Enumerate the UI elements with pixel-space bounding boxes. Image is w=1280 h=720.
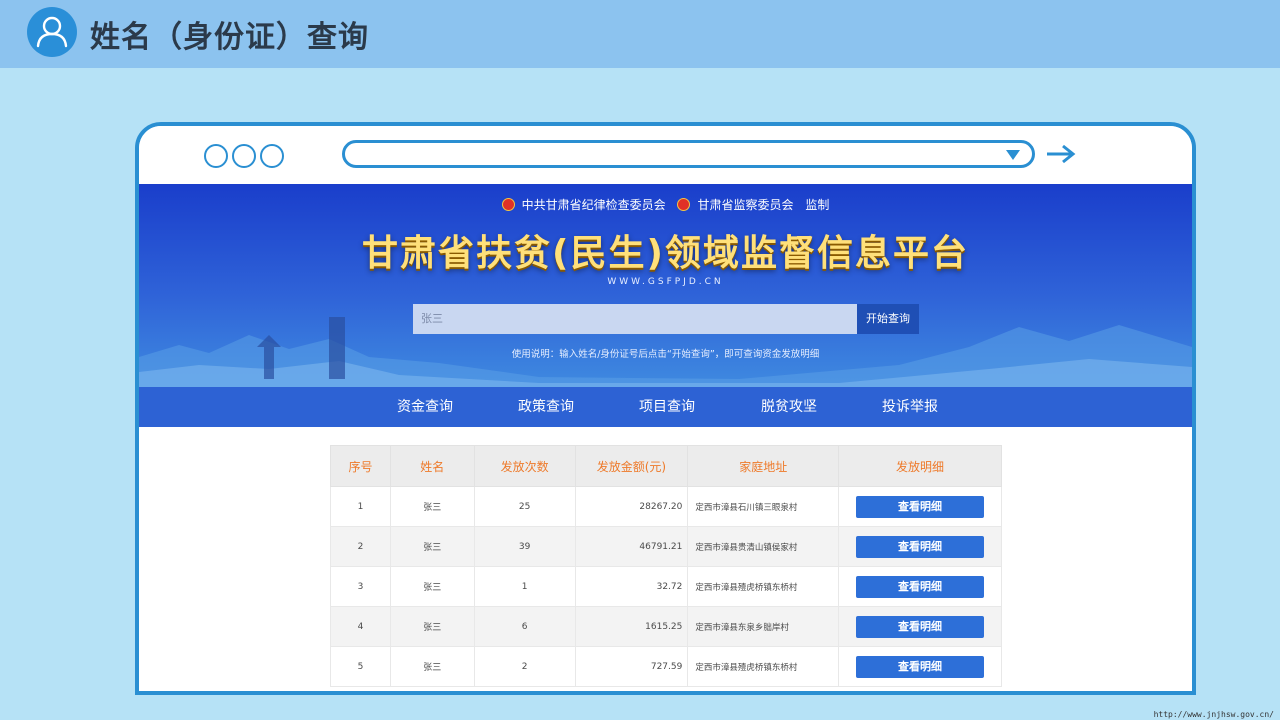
- col-header-index: 序号: [330, 445, 391, 487]
- site-url: WWW.GSFPJD.CN: [607, 277, 724, 287]
- col-header-address: 家庭地址: [687, 445, 840, 487]
- view-detail-button[interactable]: 查看明细: [856, 535, 985, 558]
- cell-address: 定西市漳县贵清山镇侯家村: [687, 526, 840, 567]
- state-emblem-icon: [677, 198, 691, 211]
- cell-name: 张三: [389, 486, 475, 527]
- supervisor-suffix: 监制: [805, 198, 830, 212]
- view-detail-button[interactable]: 查看明细: [856, 575, 985, 598]
- cell-name: 张三: [389, 606, 475, 647]
- table-row: 1 张三 25 28267.20 定西市漳县石川镇三眼泉村 查看明细: [330, 486, 1002, 527]
- table-row: 3 张三 1 32.72 定西市漳县殪虎桥镇东桥村 查看明细: [330, 566, 1002, 607]
- cell-address: 定西市漳县石川镇三眼泉村: [687, 486, 840, 527]
- dropdown-caret-icon[interactable]: [1006, 150, 1020, 160]
- supervisor-1: 中共甘肃省纪律检查委员会: [521, 198, 666, 212]
- slide-title: 姓名（身份证）查询: [90, 20, 369, 55]
- table-header-row: 序号 姓名 发放次数 发放金额(元) 家庭地址 发放明细: [330, 445, 1002, 487]
- nav-item-project[interactable]: 项目查询: [622, 387, 712, 427]
- cell-detail: 查看明细: [838, 606, 1002, 647]
- window-dot-icon[interactable]: [204, 144, 228, 168]
- cell-amount: 727.59: [574, 646, 689, 687]
- view-detail-button[interactable]: 查看明细: [856, 615, 985, 638]
- cell-detail: 查看明细: [838, 566, 1002, 607]
- watermark-text: http://www.jnjhsw.gov.cn/: [1153, 710, 1274, 719]
- browser-chrome: [139, 126, 1192, 184]
- main-nav: 资金查询 政策查询 项目查询 脱贫攻坚 投诉举报: [139, 387, 1192, 427]
- col-header-amount: 发放金额(元): [574, 445, 689, 487]
- cell-detail: 查看明细: [838, 646, 1002, 687]
- nav-item-poverty[interactable]: 脱贫攻坚: [744, 387, 834, 427]
- cell-address: 定西市漳县东泉乡朏岸村: [687, 606, 840, 647]
- cell-index: 3: [330, 566, 391, 607]
- results-table: 序号 姓名 发放次数 发放金额(元) 家庭地址 发放明细 1 张三 25 282…: [330, 445, 1002, 687]
- cell-detail: 查看明细: [838, 526, 1002, 567]
- go-arrow-icon[interactable]: [1045, 142, 1077, 166]
- nav-item-funds[interactable]: 资金查询: [380, 387, 470, 427]
- cell-index: 5: [330, 646, 391, 687]
- cell-amount: 32.72: [574, 566, 689, 607]
- cell-count: 2: [473, 646, 576, 687]
- cell-amount: 1615.25: [574, 606, 689, 647]
- table-row: 5 张三 2 727.59 定西市漳县殪虎桥镇东桥村 查看明细: [330, 646, 1002, 687]
- table-row: 2 张三 39 46791.21 定西市漳县贵清山镇侯家村 查看明细: [330, 526, 1002, 567]
- supervisor-line: 中共甘肃省纪律检查委员会 甘肃省监察委员会 监制: [139, 196, 1192, 213]
- cell-amount: 28267.20: [574, 486, 689, 527]
- cell-count: 39: [473, 526, 576, 567]
- cell-index: 1: [330, 486, 391, 527]
- site-title: 甘肃省扶贫(民生)领域监督信息平台: [362, 233, 969, 274]
- cell-address: 定西市漳县殪虎桥镇东桥村: [687, 646, 840, 687]
- search-button[interactable]: 开始查询: [857, 304, 919, 334]
- slide-header: 姓名（身份证）查询: [0, 0, 1280, 68]
- cell-count: 1: [473, 566, 576, 607]
- nav-item-policy[interactable]: 政策查询: [501, 387, 591, 427]
- site-banner: 中共甘肃省纪律检查委员会 甘肃省监察委员会 监制 甘肃省扶贫(民生)领域监督信息…: [139, 184, 1192, 387]
- search-input[interactable]: 张三: [413, 304, 858, 334]
- window-dot-icon[interactable]: [260, 144, 284, 168]
- cell-name: 张三: [389, 646, 475, 687]
- party-emblem-icon: [501, 198, 515, 211]
- cell-amount: 46791.21: [574, 526, 689, 567]
- cell-count: 25: [473, 486, 576, 527]
- browser-window: 中共甘肃省纪律检查委员会 甘肃省监察委员会 监制 甘肃省扶贫(民生)领域监督信息…: [135, 122, 1196, 695]
- col-header-name: 姓名: [389, 445, 475, 487]
- cell-name: 张三: [389, 526, 475, 567]
- user-icon: [27, 7, 77, 57]
- cell-detail: 查看明细: [838, 486, 1002, 527]
- address-bar[interactable]: [342, 140, 1035, 168]
- usage-instructions: 使用说明：输入姓名/身份证号后点击“开始查询”，即可查询资金发放明细: [511, 349, 820, 360]
- cell-name: 张三: [389, 566, 475, 607]
- cell-index: 2: [330, 526, 391, 567]
- window-dot-icon[interactable]: [232, 144, 256, 168]
- cell-count: 6: [473, 606, 576, 647]
- col-header-detail: 发放明细: [838, 445, 1002, 487]
- col-header-count: 发放次数: [473, 445, 576, 487]
- supervisor-2: 甘肃省监察委员会: [697, 198, 794, 212]
- cell-address: 定西市漳县殪虎桥镇东桥村: [687, 566, 840, 607]
- table-row: 4 张三 6 1615.25 定西市漳县东泉乡朏岸村 查看明细: [330, 606, 1002, 647]
- view-detail-button[interactable]: 查看明细: [856, 495, 985, 518]
- cell-index: 4: [330, 606, 391, 647]
- view-detail-button[interactable]: 查看明细: [856, 655, 985, 678]
- nav-item-complaint[interactable]: 投诉举报: [865, 387, 955, 427]
